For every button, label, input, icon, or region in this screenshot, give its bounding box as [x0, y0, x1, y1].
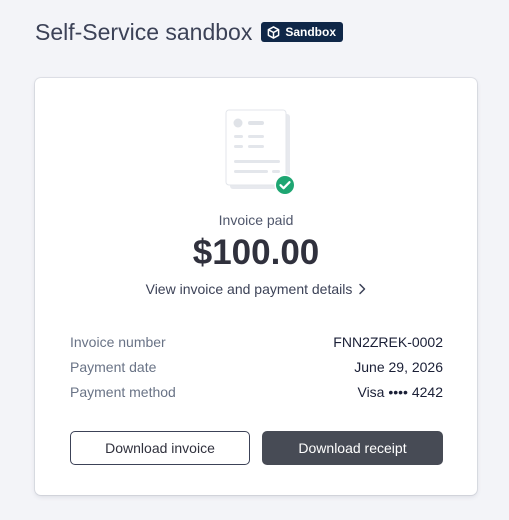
- check-circle-icon: [274, 174, 296, 196]
- detail-row-payment-method: Payment method Visa •••• 4242: [70, 382, 443, 402]
- page-header: Self-Service sandbox Sandbox: [35, 17, 344, 47]
- detail-value: FNN2ZREK-0002: [333, 334, 443, 350]
- invoice-amount: $100.00: [192, 233, 320, 272]
- cube-icon: [267, 25, 280, 39]
- detail-label: Invoice number: [70, 334, 166, 350]
- detail-label: Payment method: [70, 384, 176, 400]
- invoice-status: Invoice paid: [218, 212, 294, 228]
- chevron-right-icon: [358, 283, 366, 295]
- sandbox-badge: Sandbox: [261, 22, 344, 42]
- view-invoice-details-link[interactable]: View invoice and payment details: [35, 281, 477, 297]
- view-invoice-details-label: View invoice and payment details: [145, 281, 353, 297]
- detail-value: Visa •••• 4242: [357, 384, 443, 400]
- detail-row-payment-date: Payment date June 29, 2026: [70, 357, 443, 377]
- detail-row-invoice-number: Invoice number FNN2ZREK-0002: [70, 332, 443, 352]
- page-title: Self-Service sandbox: [35, 19, 253, 45]
- detail-value: June 29, 2026: [354, 359, 443, 375]
- download-receipt-button[interactable]: Download receipt: [262, 431, 443, 465]
- download-invoice-button[interactable]: Download invoice: [70, 431, 250, 465]
- invoice-card: Invoice paid $100.00 View invoice and pa…: [35, 78, 477, 495]
- detail-label: Payment date: [70, 359, 157, 375]
- sandbox-badge-label: Sandbox: [285, 25, 337, 39]
